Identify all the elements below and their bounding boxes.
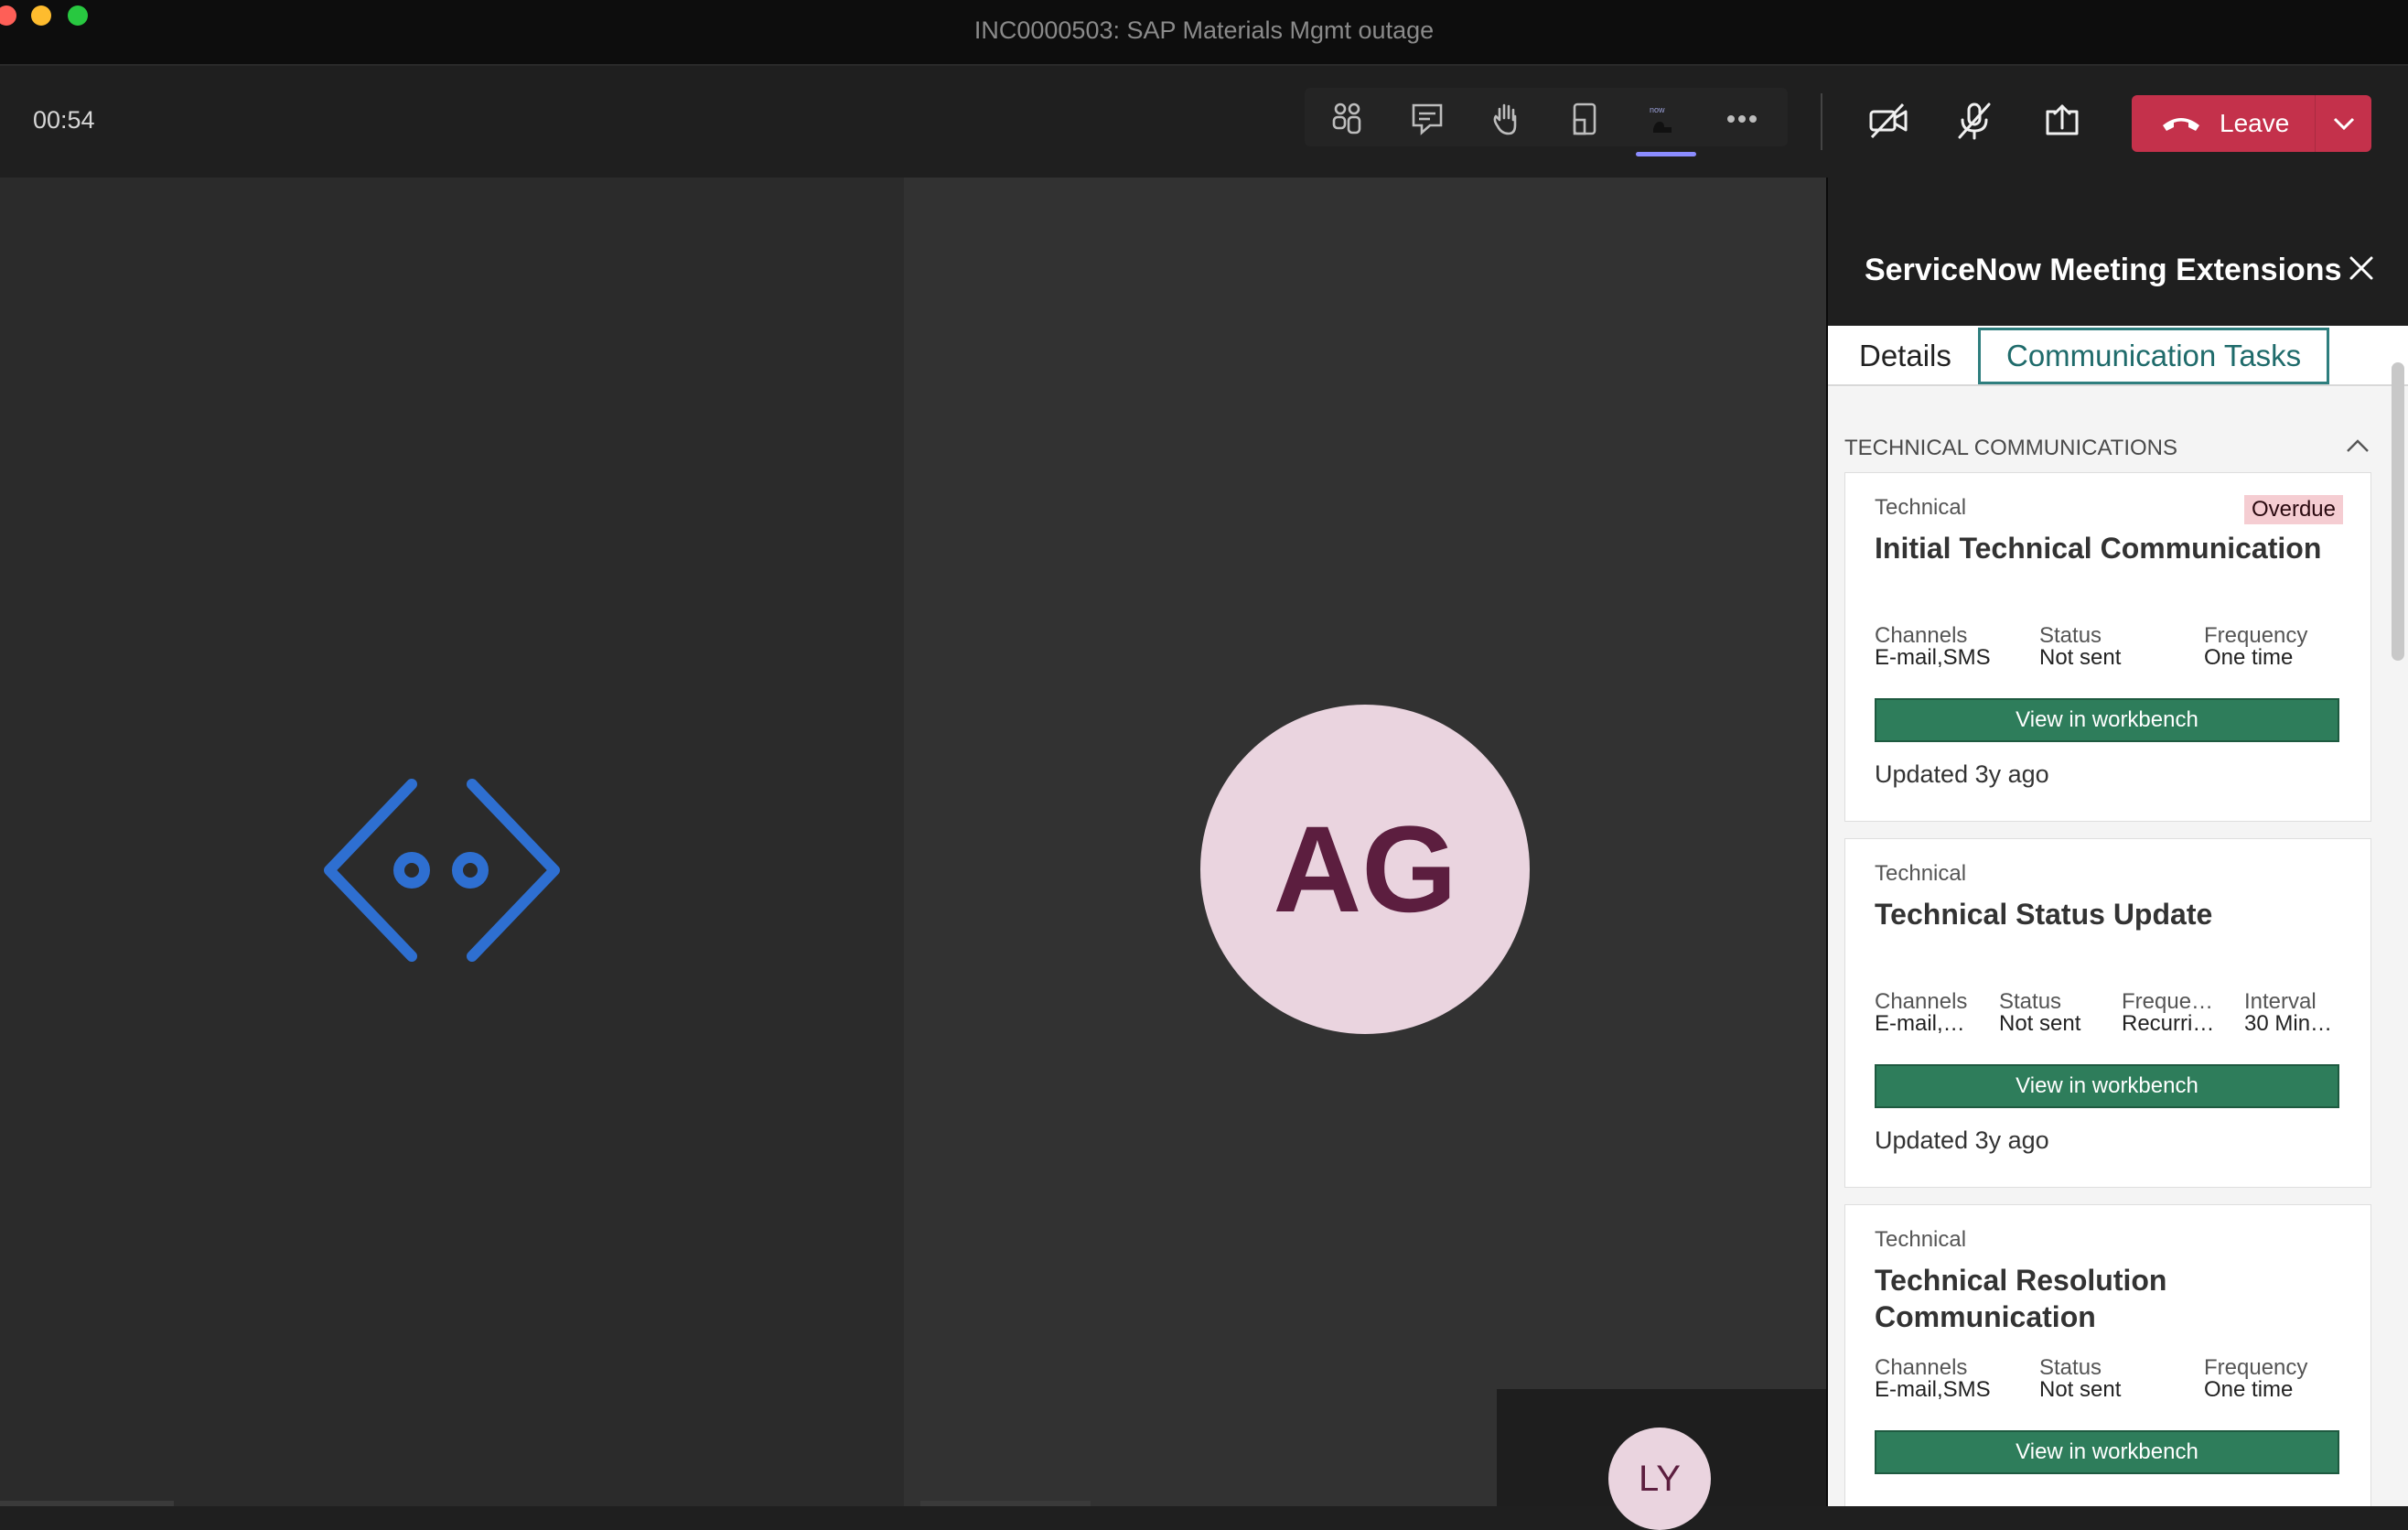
- more-options-button[interactable]: [1716, 93, 1768, 145]
- field-label: Channels: [1875, 623, 1968, 648]
- field-label: Status: [1999, 989, 2062, 1014]
- field-channels: Channels E-mail,SMS: [1875, 1357, 1991, 1401]
- communication-card: Technical Technical Status Update Channe…: [1844, 838, 2371, 1188]
- updated-time: Updated 3y ago: [1875, 1126, 2049, 1154]
- view-in-workbench-button[interactable]: View in workbench: [1875, 698, 2339, 742]
- field-status: Status Not sent: [2039, 1357, 2121, 1401]
- participants-icon: [1332, 102, 1361, 135]
- section-title: TECHNICAL COMMUNICATIONS: [1844, 436, 2178, 460]
- chat-button[interactable]: [1402, 93, 1453, 145]
- field-status: Status Not sent: [1999, 991, 2080, 1035]
- camera-off-icon: [1869, 102, 1908, 139]
- panel-tabs: Details Communication Tasks: [1828, 326, 2408, 386]
- svg-text:now: now: [1650, 105, 1665, 114]
- leave-button[interactable]: Leave: [2132, 95, 2371, 152]
- field-channels: Channels E-mail,…: [1875, 991, 1967, 1035]
- phone-hangup-icon: [2163, 118, 2199, 131]
- more-icon: [1727, 115, 1757, 123]
- field-frequency: Frequency One time: [2204, 1357, 2307, 1401]
- view-in-workbench-button[interactable]: View in workbench: [1875, 1430, 2339, 1474]
- share-screen-button[interactable]: [2033, 92, 2091, 150]
- toolbar-divider: [1821, 93, 1822, 150]
- field-label: Channels: [1875, 989, 1968, 1014]
- tab-details[interactable]: Details: [1859, 326, 1951, 386]
- chat-icon: [1412, 103, 1443, 135]
- field-value: E-mail,SMS: [1875, 645, 1991, 670]
- video-stage: AG LY: [0, 178, 1826, 1530]
- share-screen-icon: [2046, 104, 2079, 135]
- meeting-tools: now: [1305, 88, 1788, 146]
- leave-label: Leave: [2220, 109, 2290, 137]
- field-value: E-mail,…: [1875, 1011, 1965, 1036]
- servicenow-panel: ServiceNow Meeting Extensions Details Co…: [1826, 178, 2408, 1506]
- self-avatar: LY: [1608, 1428, 1711, 1530]
- field-channels: Channels E-mail,SMS: [1875, 625, 1991, 669]
- servicenow-app-icon: now: [1650, 105, 1672, 133]
- status-badge: Overdue: [2243, 495, 2343, 524]
- field-interval: Interval 30 Min…: [2244, 991, 2332, 1035]
- chevron-down-icon: [2333, 117, 2354, 131]
- field-value: One time: [2204, 1377, 2294, 1402]
- card-title: Initial Technical Communication: [1875, 532, 2322, 565]
- panel-title: ServiceNow Meeting Extensions: [1865, 253, 2342, 287]
- field-value: E-mail,SMS: [1875, 1377, 1991, 1402]
- mic-off-icon: [1958, 102, 1991, 140]
- leave-main-button[interactable]: Leave: [2132, 95, 2315, 152]
- tile-divider: [0, 1501, 174, 1506]
- close-icon[interactable]: [2346, 253, 2377, 284]
- field-label: Channels: [1875, 1355, 1968, 1380]
- field-label: Frequency: [2204, 623, 2308, 648]
- participant-tile-bot[interactable]: [0, 178, 904, 1506]
- chevron-up-icon[interactable]: [2344, 432, 2371, 459]
- field-frequency: Frequency One time: [2204, 625, 2307, 669]
- participant-avatar: AG: [1200, 705, 1530, 1034]
- field-label: Status: [2039, 1355, 2102, 1380]
- panel-header: ServiceNow Meeting Extensions: [1828, 178, 2408, 326]
- tab-communication-tasks[interactable]: Communication Tasks: [1978, 328, 2330, 384]
- field-value: One time: [2204, 645, 2294, 670]
- updated-time: Updated 3y ago: [1875, 760, 2049, 788]
- view-in-workbench-button[interactable]: View in workbench: [1875, 1064, 2339, 1108]
- field-label: Freque…: [2122, 989, 2214, 1014]
- field-value: 30 Min…: [2244, 1011, 2333, 1036]
- bot-logo-icon: [324, 779, 560, 962]
- raise-hand-button[interactable]: [1480, 93, 1532, 145]
- field-status: Status Not sent: [2039, 625, 2121, 669]
- communication-card: Technical Technical Resolution Communica…: [1844, 1204, 2371, 1506]
- window-title: INC0000503: SAP Materials Mgmt outage: [973, 16, 1435, 44]
- card-type: Technical: [1875, 861, 1967, 886]
- field-label: Status: [2039, 623, 2102, 648]
- servicenow-app-button[interactable]: now: [1638, 93, 1689, 145]
- communication-card: Technical Overdue Initial Technical Comm…: [1844, 472, 2371, 822]
- raise-hand-icon: [1493, 103, 1517, 135]
- rooms-icon: [1573, 102, 1596, 135]
- participants-button[interactable]: [1321, 93, 1372, 145]
- field-value: Not sent: [2039, 645, 2122, 670]
- panel-scrollbar[interactable]: [2392, 362, 2404, 661]
- field-value: Not sent: [1999, 1011, 2081, 1036]
- field-value: Recurri…: [2122, 1011, 2215, 1036]
- card-type: Technical: [1875, 1227, 1967, 1252]
- card-title: Technical Resolution Communication: [1875, 1264, 2167, 1333]
- camera-toggle-button[interactable]: [1859, 92, 1918, 150]
- self-view-tile[interactable]: LY: [1497, 1389, 1826, 1530]
- meeting-toolbar: 00:54 now Leave: [0, 68, 2408, 178]
- call-timer: 00:54: [33, 106, 95, 134]
- active-app-indicator: [1636, 152, 1696, 156]
- rooms-button[interactable]: [1559, 93, 1610, 145]
- field-value: Not sent: [2039, 1377, 2122, 1402]
- mic-toggle-button[interactable]: [1945, 92, 2004, 150]
- field-label: Interval: [2244, 989, 2317, 1014]
- card-type: Technical: [1875, 495, 1967, 520]
- leave-options-button[interactable]: [2315, 95, 2371, 152]
- card-title: Technical Status Update: [1875, 898, 2213, 931]
- field-frequency: Freque… Recurri…: [2122, 991, 2214, 1035]
- window-titlebar: INC0000503: SAP Materials Mgmt outage: [0, 0, 2408, 66]
- field-label: Frequency: [2204, 1355, 2308, 1380]
- panel-scroll-area[interactable]: TECHNICAL COMMUNICATIONS Technical Overd…: [1828, 388, 2408, 1506]
- tile-divider: [920, 1501, 1091, 1506]
